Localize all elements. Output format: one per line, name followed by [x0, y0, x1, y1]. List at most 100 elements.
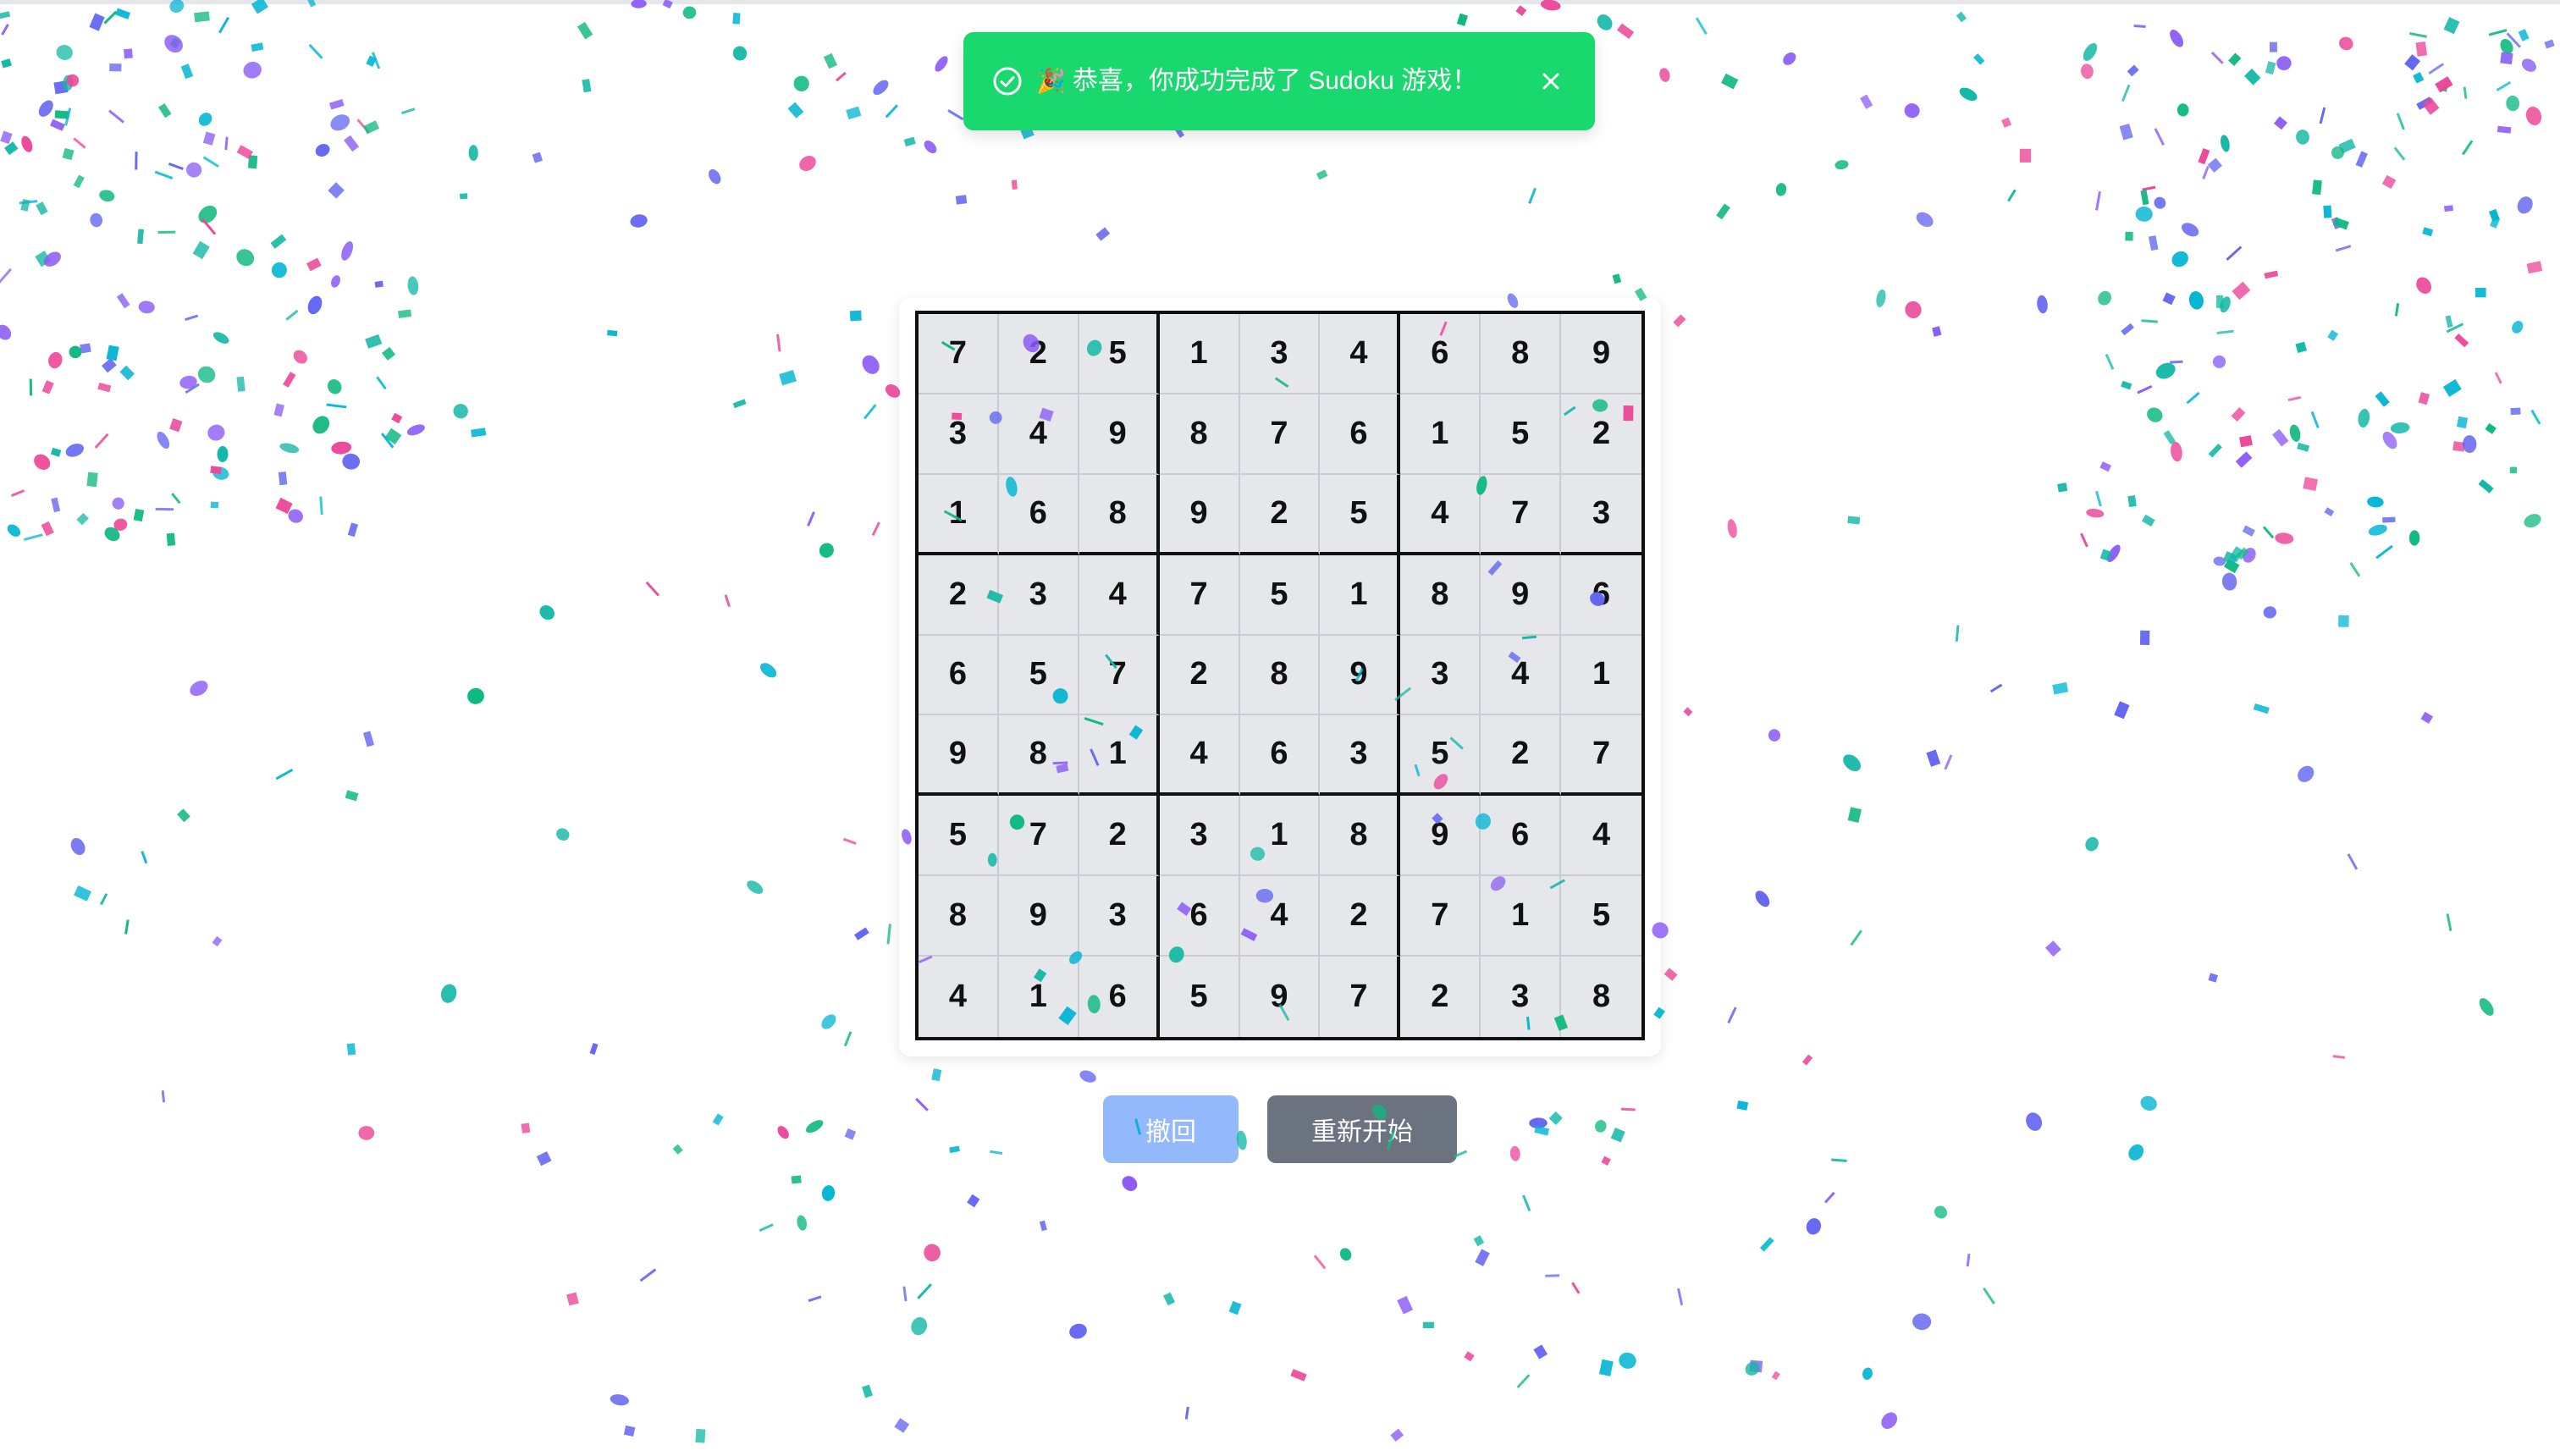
sudoku-cell[interactable]: 4 [1400, 474, 1481, 555]
sudoku-cell[interactable]: 8 [1561, 957, 1641, 1037]
confetti-piece [732, 46, 748, 61]
sudoku-cell[interactable]: 3 [919, 394, 999, 475]
sudoku-cell[interactable]: 3 [998, 554, 1079, 636]
sudoku-cell[interactable]: 5 [919, 796, 999, 877]
sudoku-cell[interactable]: 1 [1239, 796, 1321, 877]
sudoku-cell[interactable]: 2 [1481, 715, 1562, 797]
sudoku-cell[interactable]: 7 [1239, 394, 1321, 475]
sudoku-cell[interactable]: 5 [1079, 314, 1160, 394]
sudoku-cell[interactable]: 3 [1079, 876, 1160, 957]
sudoku-cell[interactable]: 5 [1481, 394, 1562, 475]
sudoku-cell[interactable]: 3 [1239, 314, 1321, 394]
sudoku-cell[interactable]: 9 [919, 715, 999, 797]
sudoku-cell[interactable]: 7 [1159, 554, 1240, 636]
sudoku-cell[interactable]: 8 [1400, 554, 1481, 636]
sudoku-cell[interactable]: 7 [1561, 715, 1641, 797]
confetti-piece [1228, 1300, 1242, 1315]
sudoku-cell[interactable]: 6 [1239, 715, 1321, 797]
sudoku-cell[interactable]: 2 [1239, 474, 1321, 555]
sudoku-cell[interactable]: 9 [1561, 314, 1641, 394]
confetti-piece [799, 155, 816, 172]
confetti-piece [842, 837, 857, 845]
sudoku-cell[interactable]: 2 [1400, 957, 1481, 1037]
confetti-piece [1533, 1344, 1548, 1359]
sudoku-cell[interactable]: 4 [1239, 876, 1321, 957]
sudoku-cell[interactable]: 1 [919, 474, 999, 555]
sudoku-cell[interactable]: 4 [919, 957, 999, 1037]
sudoku-cell[interactable]: 3 [1400, 635, 1481, 716]
sudoku-cell[interactable]: 2 [919, 554, 999, 636]
confetti-piece [73, 137, 86, 149]
sudoku-cell[interactable]: 6 [998, 474, 1079, 555]
restart-button[interactable]: 重新开始 [1267, 1095, 1457, 1163]
sudoku-cell[interactable]: 1 [1320, 554, 1401, 636]
sudoku-cell[interactable]: 5 [1159, 957, 1240, 1037]
sudoku-cell[interactable]: 5 [1320, 474, 1401, 555]
sudoku-cell[interactable]: 8 [919, 876, 999, 957]
confetti-piece [2223, 558, 2240, 574]
sudoku-cell[interactable]: 1 [1159, 314, 1240, 394]
sudoku-cell[interactable]: 4 [1079, 554, 1160, 636]
sudoku-cell[interactable]: 6 [919, 635, 999, 716]
sudoku-cell[interactable]: 8 [1079, 474, 1160, 555]
sudoku-cell[interactable]: 9 [1239, 957, 1321, 1037]
sudoku-cell[interactable]: 4 [1159, 715, 1240, 797]
sudoku-cell[interactable]: 5 [1239, 554, 1321, 636]
sudoku-cell[interactable]: 6 [1320, 394, 1401, 475]
confetti-piece [2347, 853, 2359, 870]
confetti-piece [7, 524, 21, 537]
sudoku-cell[interactable]: 8 [998, 715, 1079, 797]
sudoku-cell[interactable]: 7 [1320, 957, 1401, 1037]
sudoku-cell[interactable]: 9 [1079, 394, 1160, 475]
sudoku-cell[interactable]: 8 [1159, 394, 1240, 475]
sudoku-cell[interactable]: 7 [1400, 876, 1481, 957]
sudoku-cell[interactable]: 1 [998, 957, 1079, 1037]
close-icon[interactable] [1534, 64, 1568, 98]
sudoku-cell[interactable]: 3 [1159, 796, 1240, 877]
sudoku-cell[interactable]: 7 [1481, 474, 1562, 555]
confetti-piece [43, 251, 61, 267]
confetti-piece [210, 501, 219, 509]
sudoku-cell[interactable]: 9 [1481, 554, 1562, 636]
sudoku-cell[interactable]: 2 [1561, 394, 1641, 475]
sudoku-cell[interactable]: 9 [1400, 796, 1481, 877]
sudoku-cell[interactable]: 5 [1561, 876, 1641, 957]
sudoku-cell[interactable]: 7 [1079, 635, 1160, 716]
sudoku-cell[interactable]: 5 [998, 635, 1079, 716]
sudoku-cell[interactable]: 2 [1079, 796, 1160, 877]
undo-button[interactable]: 撤回 [1103, 1095, 1239, 1163]
sudoku-cell[interactable]: 2 [1320, 876, 1401, 957]
confetti-piece [53, 80, 69, 95]
sudoku-cell[interactable]: 6 [1561, 554, 1641, 636]
sudoku-cell[interactable]: 6 [1400, 314, 1481, 394]
sudoku-cell[interactable]: 3 [1561, 474, 1641, 555]
sudoku-cell[interactable]: 7 [919, 314, 999, 394]
confetti-piece [1313, 1255, 1327, 1270]
sudoku-cell[interactable]: 1 [1400, 394, 1481, 475]
sudoku-cell[interactable]: 4 [1320, 314, 1401, 394]
sudoku-cell[interactable]: 3 [1481, 957, 1562, 1037]
sudoku-cell[interactable]: 2 [1159, 635, 1240, 716]
confetti-piece [41, 380, 54, 394]
sudoku-cell[interactable]: 5 [1400, 715, 1481, 797]
sudoku-cell[interactable]: 9 [1320, 635, 1401, 716]
sudoku-cell[interactable]: 1 [1481, 876, 1562, 957]
sudoku-cell[interactable]: 4 [1561, 796, 1641, 877]
sudoku-cell[interactable]: 1 [1079, 715, 1160, 797]
confetti-piece [278, 472, 288, 486]
sudoku-cell[interactable]: 9 [1159, 474, 1240, 555]
sudoku-cell[interactable]: 4 [1481, 635, 1562, 716]
sudoku-cell[interactable]: 8 [1481, 314, 1562, 394]
sudoku-cell[interactable]: 2 [998, 314, 1079, 394]
sudoku-cell[interactable]: 8 [1320, 796, 1401, 877]
confetti-piece [853, 927, 869, 940]
sudoku-cell[interactable]: 6 [1079, 957, 1160, 1037]
sudoku-cell[interactable]: 6 [1159, 876, 1240, 957]
sudoku-cell[interactable]: 9 [998, 876, 1079, 957]
sudoku-cell[interactable]: 8 [1239, 635, 1321, 716]
sudoku-cell[interactable]: 7 [998, 796, 1079, 877]
sudoku-cell[interactable]: 4 [998, 394, 1079, 475]
sudoku-cell[interactable]: 1 [1561, 635, 1641, 716]
sudoku-cell[interactable]: 3 [1320, 715, 1401, 797]
sudoku-cell[interactable]: 6 [1481, 796, 1562, 877]
